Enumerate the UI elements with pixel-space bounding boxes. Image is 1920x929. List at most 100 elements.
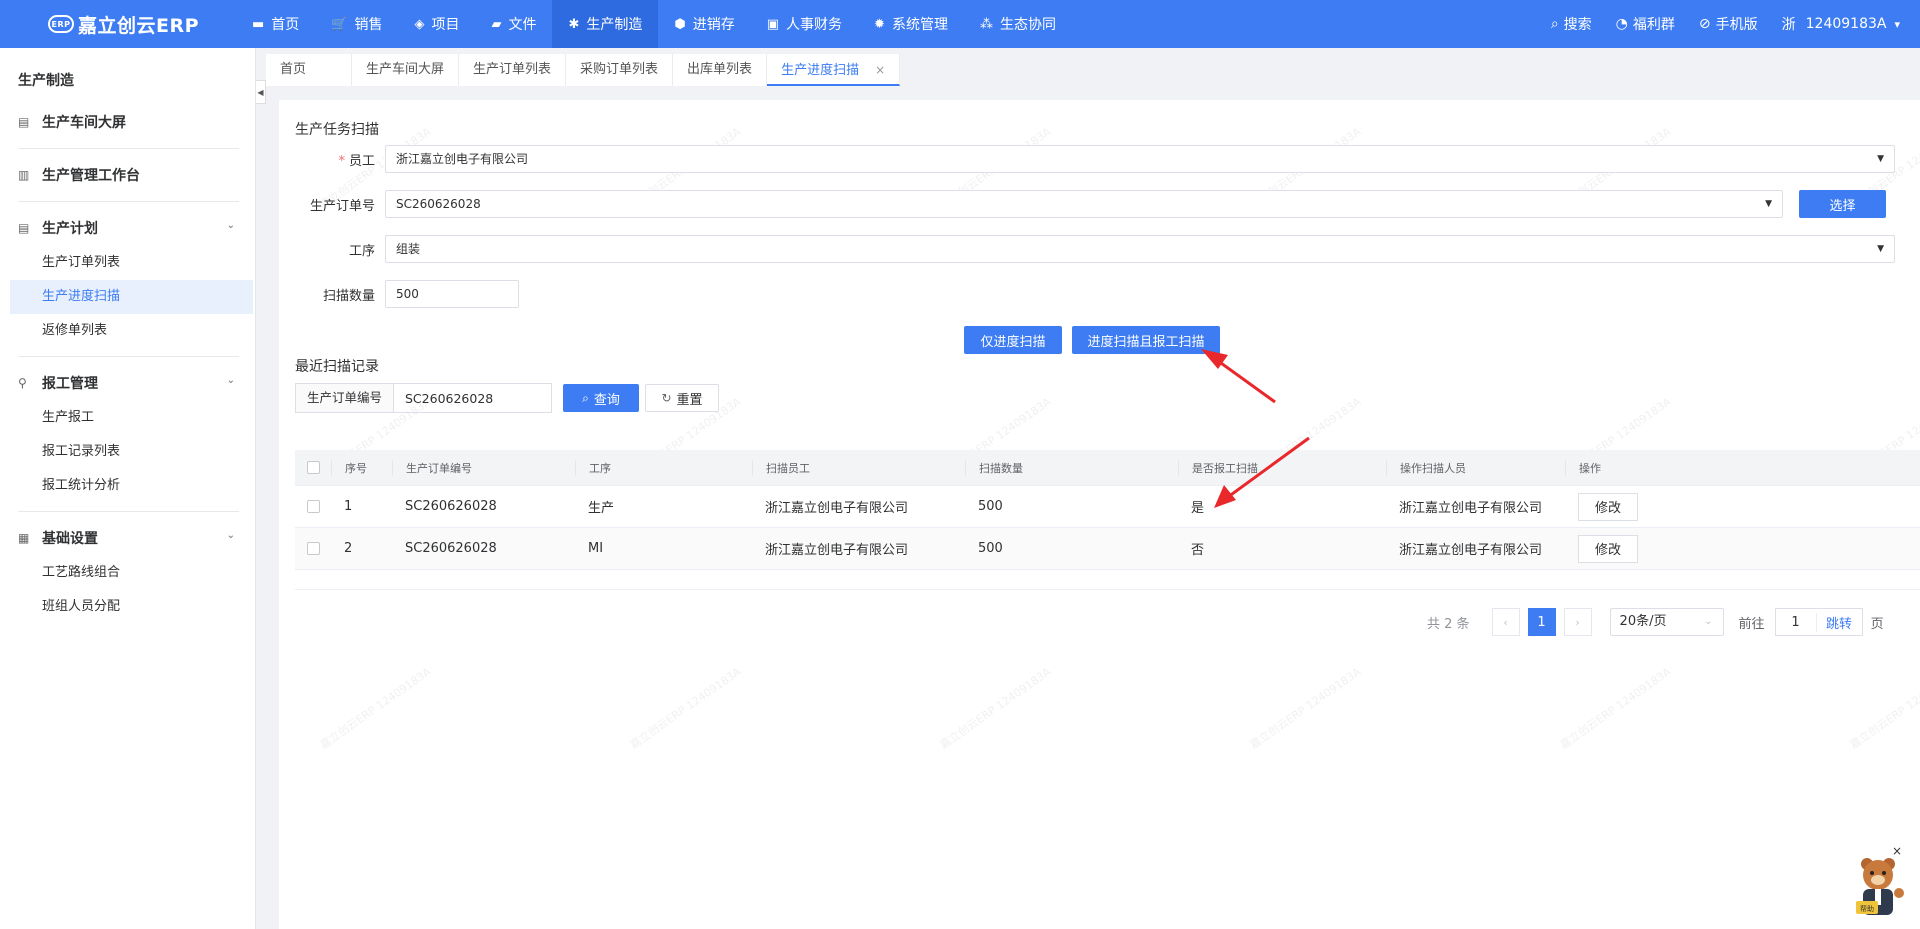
order-select[interactable]: SC260626028 ▼ — [385, 190, 1783, 218]
sidebar-item-4-1[interactable]: 班组人员分配 — [0, 590, 255, 624]
row-checkbox[interactable] — [306, 500, 320, 513]
sidebar-item-2-0[interactable]: 生产订单列表 — [0, 246, 255, 280]
progress-scan-only-button[interactable]: 仅进度扫描 — [964, 326, 1062, 354]
search-icon: ⌕ — [582, 390, 589, 405]
sidebar-item-3-2[interactable]: 报工统计分析 — [0, 469, 255, 503]
tab-2[interactable]: 生产订单列表 — [459, 54, 567, 86]
tab-5[interactable]: 生产进度扫描 × — [767, 54, 901, 86]
table-row: 1 SC260626028 生产 浙江嘉立创电子有限公司 500 是 浙江嘉立创电子有限公司… — [295, 486, 1920, 528]
chart-icon: ▥ — [18, 168, 30, 182]
process-row: 工序 组装 ▼ — [279, 235, 1895, 263]
bear-mascot-icon[interactable]: 帮助 — [1850, 855, 1906, 919]
welfare-group-button[interactable]: ◔ 福利群 — [1616, 14, 1675, 34]
jump-button[interactable]: 跳转 — [1815, 612, 1862, 632]
prev-page-button[interactable]: ‹ — [1491, 608, 1520, 636]
cell-reported: 是 — [1191, 501, 1205, 516]
logo[interactable]: ERP 嘉立创云ERP — [0, 11, 236, 38]
select-all-checkbox[interactable] — [306, 461, 320, 474]
cell-order: SC260626028 — [405, 499, 497, 514]
page-unit: 页 — [1870, 616, 1884, 632]
tab-label: 生产订单列表 — [473, 62, 552, 77]
box-icon: ⬢ — [674, 16, 686, 32]
select-all-cell — [295, 461, 331, 474]
table-footer — [295, 570, 1920, 590]
tab-4[interactable]: 出库单列表 — [673, 54, 768, 86]
reset-button[interactable]: ↻ 重置 — [645, 384, 719, 412]
row-checkbox[interactable] — [306, 542, 320, 555]
sidebar-item-2-1[interactable]: 生产进度扫描 — [10, 280, 253, 314]
page-1-button[interactable]: 1 — [1527, 608, 1556, 636]
order-number-input[interactable]: SC260626028 — [394, 391, 493, 406]
tab-label: 生产车间大屏 — [366, 62, 445, 77]
column-header: 操作扫描人员 — [1386, 459, 1565, 476]
sidebar-item-4-0[interactable]: 工艺路线组合 — [0, 556, 255, 590]
sidebar-collapse-button[interactable]: ◀ — [256, 80, 266, 104]
cell-reported: 否 — [1191, 543, 1205, 558]
sidebar: 生产制造 ▤ 生产车间大屏 ▥ 生产管理工作台 ▤ 生产计划 ⌄ 生产订单列表 生产进度扫描 返修… — [0, 48, 256, 929]
nav-item-5[interactable]: ⬢ 进销存 — [658, 0, 750, 48]
goto-page-input[interactable]: 1 — [1776, 615, 1816, 630]
sidebar-group-2[interactable]: ▤ 生产计划 ⌄ — [0, 210, 255, 246]
table-header: 序号 生产订单编号 工序 扫描员工 扫描数量 是否报工扫描 操作扫描人员 操作 — [295, 450, 1920, 486]
order-label: 生产订单号 — [309, 198, 375, 214]
progress-and-report-scan-button[interactable]: 进度扫描且报工扫描 — [1072, 326, 1220, 354]
sidebar-item-2-2[interactable]: 返修单列表 — [0, 314, 255, 348]
process-select[interactable]: 组装 ▼ — [385, 235, 1895, 263]
nav-item-2[interactable]: ◈ 项目 — [398, 0, 475, 48]
nav-item-4[interactable]: ✱ 生产制造 — [552, 0, 659, 48]
monitor-icon: ▬ — [252, 16, 265, 32]
tab-1[interactable]: 生产车间大屏 — [352, 54, 460, 86]
cell-process: 生产 — [588, 501, 615, 516]
sidebar-title: 生产制造 — [18, 73, 74, 89]
order-number-search: 生产订单编号 SC260626028 — [295, 383, 552, 413]
sidebar-group-4[interactable]: ▦ 基础设置 ⌄ — [0, 520, 255, 556]
records-title: 最近扫描记录 — [295, 359, 379, 375]
chevron-down-icon: ⌄ — [226, 220, 235, 231]
next-page-button[interactable]: › — [1563, 608, 1592, 636]
watermark: 嘉立创云ERP 12409183A — [1247, 665, 1364, 752]
qty-label: 扫描数量 — [322, 288, 375, 304]
query-button[interactable]: ⌕ 查询 — [563, 384, 639, 412]
dropdown-arrow-icon: ▼ — [1765, 199, 1772, 209]
nav-item-6[interactable]: ▣ 人事财务 — [751, 0, 858, 48]
mobile-version-button[interactable]: ⊘ 手机版 — [1699, 14, 1758, 34]
nav-item-0[interactable]: ▬ 首页 — [236, 0, 315, 48]
link-icon: ⊘ — [1698, 16, 1711, 32]
employee-value: 浙江嘉立创电子有限公司 — [396, 152, 529, 166]
sidebar-group-1[interactable]: ▥ 生产管理工作台 — [0, 157, 255, 193]
select-order-button[interactable]: 选择 — [1799, 190, 1886, 218]
sidebar-group-0[interactable]: ▤ 生产车间大屏 — [0, 104, 255, 140]
scan-records-table: 序号 生产订单编号 工序 扫描员工 扫描数量 是否报工扫描 操作扫描人员 操作 1 SC2606… — [295, 450, 1920, 590]
edit-button[interactable]: 修改 — [1578, 534, 1638, 563]
employee-label-text: 员工 — [348, 153, 375, 169]
watermark: 嘉立创云ERP 12409183A — [937, 665, 1054, 752]
nav-item-1[interactable]: 🛒 销售 — [315, 0, 398, 48]
settings-icon: ▦ — [18, 531, 30, 545]
chat-icon: ◔ — [1615, 16, 1628, 32]
watermark: 嘉立创云ERP 12409183A — [317, 665, 434, 752]
nav-label: 文件 — [508, 17, 537, 33]
tab-0[interactable]: 首页 — [266, 54, 352, 86]
sidebar-group-3[interactable]: ⚲ 报工管理 ⌄ — [0, 365, 255, 401]
sidebar-item-3-1[interactable]: 报工记录列表 — [0, 435, 255, 469]
column-header: 操作 — [1565, 459, 1920, 476]
close-icon[interactable]: × — [875, 63, 885, 77]
tab-label: 采购订单列表 — [580, 62, 659, 77]
user-menu[interactable]: 浙 12409183A ▾ — [1782, 14, 1900, 34]
nav-item-7[interactable]: ✹ 系统管理 — [858, 0, 964, 48]
sidebar-item-3-0[interactable]: 生产报工 — [0, 401, 255, 435]
tab-3[interactable]: 采购订单列表 — [566, 54, 674, 86]
sidebar-group-label: 生产车间大屏 — [42, 115, 126, 131]
nav-item-3[interactable]: ▰ 文件 — [475, 0, 552, 48]
page-size-select[interactable]: 20条/页 ⌄ — [1609, 608, 1724, 636]
scan-form-title: 生产任务扫描 — [295, 122, 379, 138]
welfare-label: 福利群 — [1632, 17, 1675, 33]
scan-qty-input[interactable]: 500 — [385, 280, 519, 308]
edit-button[interactable]: 修改 — [1578, 492, 1638, 521]
gear-icon: ✱ — [568, 16, 580, 32]
cell-no: 2 — [344, 541, 353, 556]
search-button[interactable]: ⌕ 搜索 — [1551, 14, 1592, 34]
sidebar-group-label: 生产管理工作台 — [42, 168, 140, 184]
employee-select[interactable]: 浙江嘉立创电子有限公司 ▼ — [385, 145, 1895, 173]
nav-item-8[interactable]: ⁂ 生态协同 — [964, 0, 1072, 48]
